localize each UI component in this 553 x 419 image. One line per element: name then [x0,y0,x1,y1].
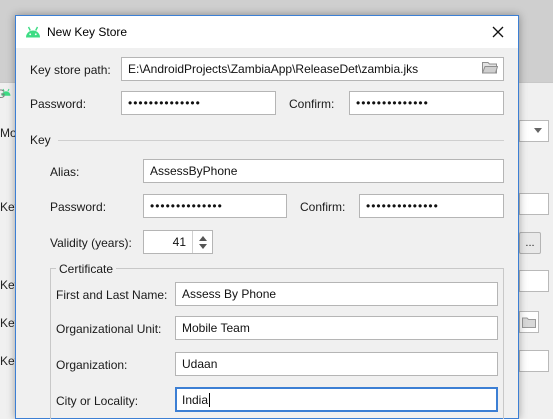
validity-label: Validity (years): [50,236,132,250]
organization-input[interactable]: Udaan [175,352,498,376]
key-password-value: •••••••••••••• [150,199,223,213]
background-field-2[interactable] [519,270,549,292]
confirm-input[interactable]: •••••••••••••• [349,91,504,115]
key-confirm-value: •••••••••••••• [366,199,439,213]
background-dropdown[interactable] [519,120,549,142]
key-confirm-label: Confirm: [300,200,346,214]
key-password-input[interactable]: •••••••••••••• [143,194,287,218]
key-section-divider [58,140,504,141]
new-key-store-dialog: New Key Store Key store path: E:\Android… [15,15,519,419]
password-label: Password: [30,97,87,111]
city-input[interactable]: India [175,387,498,412]
text-cursor [209,392,211,407]
unit-value: Mobile Team [182,321,250,335]
spinner-arrows-icon[interactable] [192,231,212,253]
alias-value: AssessByPhone [150,164,238,178]
dialog-title: New Key Store [47,25,128,39]
close-icon [492,26,504,38]
unit-label: Organizational Unit: [56,322,162,336]
background-field-3[interactable] [519,350,549,372]
unit-input[interactable]: Mobile Team [175,316,498,340]
city-value: India [182,392,209,407]
background-field-1[interactable] [519,193,549,215]
alias-label: Alias: [50,165,80,179]
keystore-path-input[interactable]: E:\AndroidProjects\ZambiaApp\ReleaseDet\… [121,57,504,81]
city-label: City or Locality: [56,394,139,408]
name-input[interactable]: Assess By Phone [175,282,498,306]
spinner-down-icon[interactable] [198,243,207,249]
background-browse-button[interactable]: ... [519,232,541,254]
folder-icon[interactable] [481,61,499,77]
key-section-label: Key [30,133,51,147]
confirm-label: Confirm: [289,97,335,111]
key-confirm-input[interactable]: •••••••••••••• [359,194,504,218]
title-bar[interactable]: New Key Store [16,16,518,48]
alias-input[interactable]: AssessByPhone [143,159,504,183]
background-title: G [0,87,6,101]
keystore-path-label: Key store path: [30,63,111,77]
key-password-label: Password: [50,200,107,214]
folder-icon [522,317,536,328]
name-label: First and Last Name: [56,288,168,302]
certificate-legend: Certificate [56,262,117,276]
organization-label: Organization: [56,358,128,372]
name-value: Assess By Phone [182,287,277,301]
organization-value: Udaan [182,357,218,371]
keystore-path-value: E:\AndroidProjects\ZambiaApp\ReleaseDet\… [128,62,419,76]
spinner-up-icon[interactable] [198,235,207,241]
close-button[interactable] [478,16,518,48]
validity-spinner[interactable]: 41 [143,230,213,254]
password-input[interactable]: •••••••••••••• [121,91,276,115]
confirm-value: •••••••••••••• [356,96,429,110]
chevron-down-icon [534,128,542,133]
password-value: •••••••••••••• [128,96,201,110]
android-icon [25,26,41,41]
background-folder-field[interactable] [519,311,539,333]
validity-value: 41 [172,235,186,249]
